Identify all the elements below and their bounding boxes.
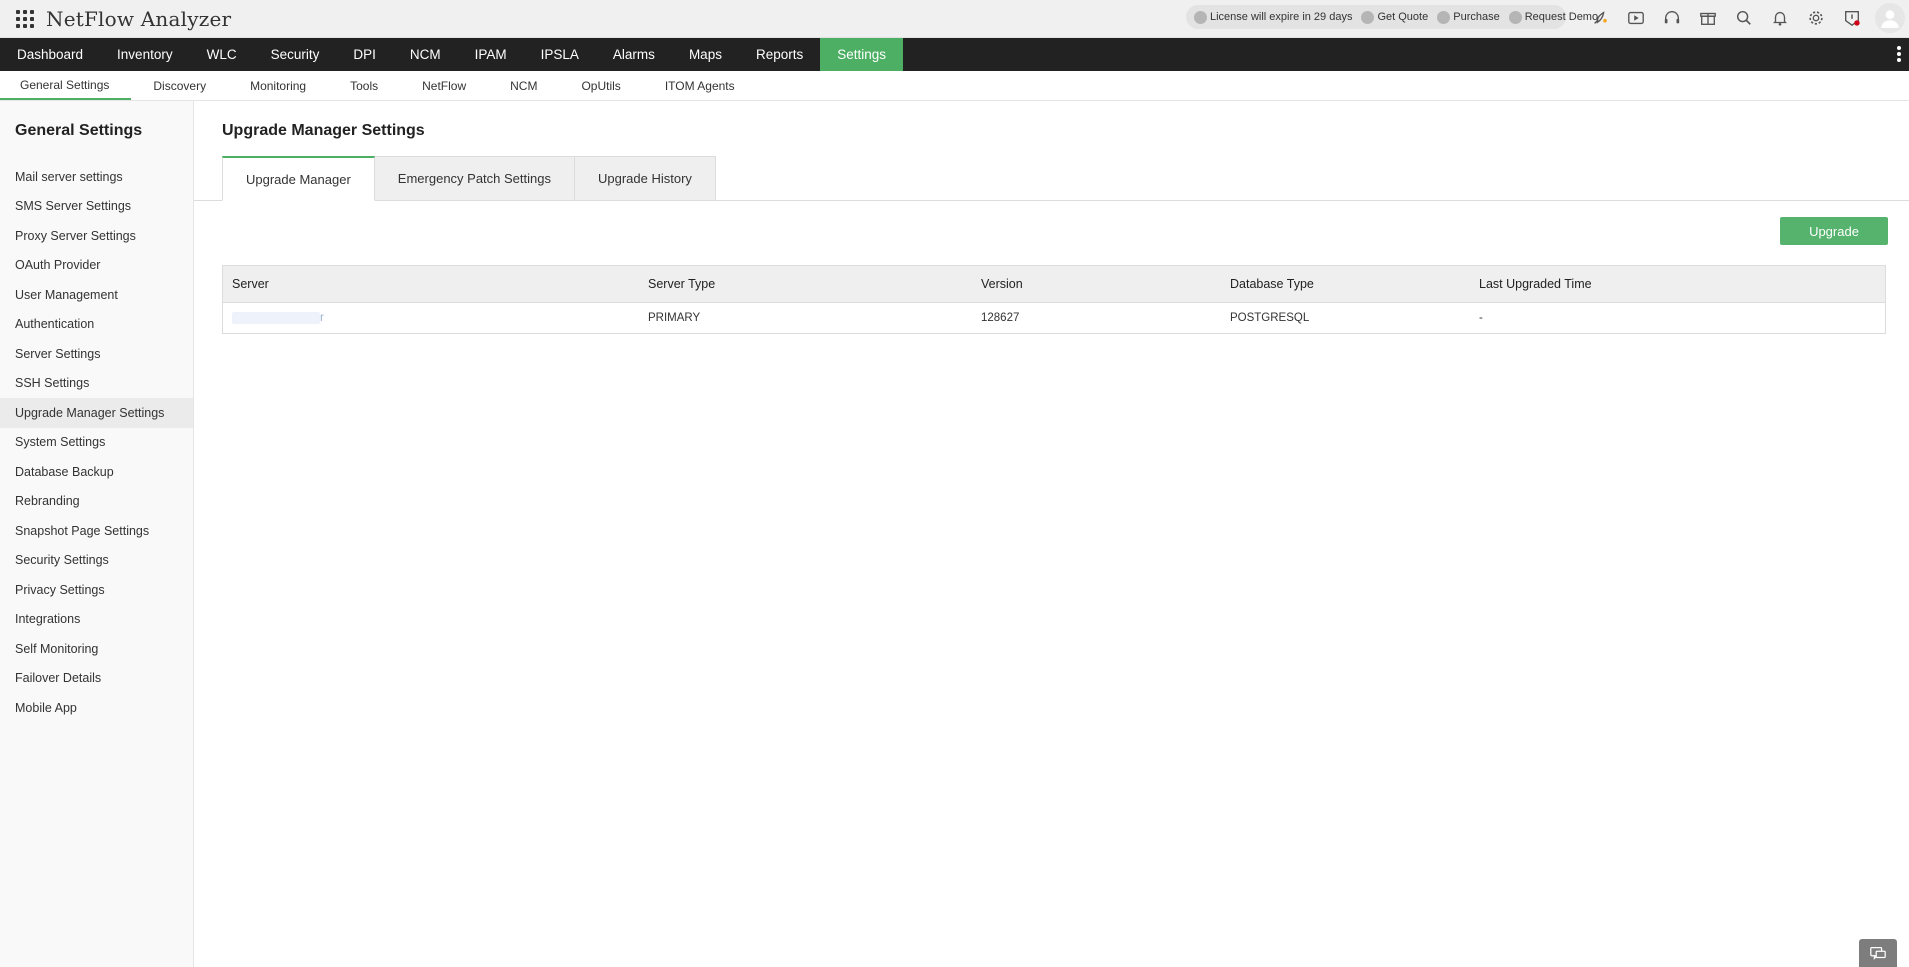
subnav-general-settings[interactable]: General Settings [0, 71, 132, 100]
nav-wlc[interactable]: WLC [190, 38, 254, 71]
tab-upgrade-manager[interactable]: Upgrade Manager [222, 156, 375, 201]
cell-database-type: POSTGRESQL [1230, 312, 1310, 324]
sidebar-item-user-management[interactable]: User Management [0, 280, 193, 310]
search-icon[interactable] [1726, 4, 1762, 32]
dollar-icon [1361, 10, 1375, 24]
sidebar-item-system-settings[interactable]: System Settings [0, 428, 193, 458]
chat-icon[interactable] [1859, 939, 1897, 967]
sidebar-title: General Settings [15, 122, 143, 139]
apps-grid-icon[interactable] [14, 8, 36, 30]
license-icon [1194, 10, 1207, 24]
table-row: r PRIMARY 128627 POSTGRESQL - [223, 303, 1885, 333]
video-icon[interactable] [1618, 4, 1654, 32]
server-name-suffix: r [320, 312, 324, 324]
page-title: Upgrade Manager Settings [222, 122, 425, 139]
sidebar-item-self-monitoring[interactable]: Self Monitoring [0, 634, 193, 664]
column-header-server[interactable]: Server [223, 266, 639, 302]
nav-ncm[interactable]: NCM [393, 38, 458, 71]
settings-sidebar: General Settings Mail server settings SM… [0, 101, 194, 967]
bell-icon[interactable] [1762, 4, 1798, 32]
alert-shield-icon[interactable] [1834, 4, 1870, 32]
redacted-server-name [232, 312, 320, 324]
subnav-monitoring[interactable]: Monitoring [228, 71, 328, 100]
cart-icon [1437, 10, 1451, 24]
sidebar-item-failover-details[interactable]: Failover Details [0, 664, 193, 694]
cell-last-upgraded-time: - [1479, 312, 1483, 324]
cell-server: r [223, 303, 639, 333]
cell-server-type: PRIMARY [648, 312, 701, 324]
subnav-ncm[interactable]: NCM [488, 71, 559, 100]
servers-table: Server Server Type Version Database Type… [222, 265, 1886, 334]
top-bar: NetFlow Analyzer License will expire in … [0, 0, 1909, 38]
more-options-icon[interactable] [1897, 46, 1901, 62]
license-bar: License will expire in 29 days Get Quote… [1186, 5, 1598, 29]
column-header-database-type[interactable]: Database Type [1221, 266, 1470, 302]
sidebar-item-mobile-app[interactable]: Mobile App [0, 693, 193, 723]
subnav-itom-agents[interactable]: ITOM Agents [643, 71, 757, 100]
sidebar-item-rebranding[interactable]: Rebranding [0, 487, 193, 517]
nav-maps[interactable]: Maps [672, 38, 739, 71]
sidebar-item-authentication[interactable]: Authentication [0, 310, 193, 340]
nav-settings[interactable]: Settings [820, 38, 904, 71]
main-nav: Dashboard Inventory WLC Security DPI NCM… [0, 38, 1909, 71]
license-status[interactable]: License will expire in 29 days [1194, 10, 1352, 24]
headset-icon[interactable] [1654, 4, 1690, 32]
sidebar-item-sms-server[interactable]: SMS Server Settings [0, 192, 193, 222]
main-content: Upgrade Manager Settings Upgrade Manager… [194, 101, 1909, 967]
tab-emergency-patch-settings[interactable]: Emergency Patch Settings [374, 156, 575, 201]
tab-upgrade-history[interactable]: Upgrade History [575, 156, 716, 201]
subnav-tools[interactable]: Tools [328, 71, 400, 100]
sidebar-item-database-backup[interactable]: Database Backup [0, 457, 193, 487]
nav-reports[interactable]: Reports [739, 38, 820, 71]
nav-dashboard[interactable]: Dashboard [0, 38, 100, 71]
sidebar-item-privacy-settings[interactable]: Privacy Settings [0, 575, 193, 605]
column-header-server-type[interactable]: Server Type [639, 266, 972, 302]
purchase-link[interactable]: Purchase [1437, 10, 1500, 24]
subnav-netflow[interactable]: NetFlow [400, 71, 488, 100]
tab-bar: Upgrade Manager Emergency Patch Settings… [222, 156, 716, 201]
nav-alarms[interactable]: Alarms [596, 38, 672, 71]
nav-security[interactable]: Security [254, 38, 337, 71]
sidebar-item-security-settings[interactable]: Security Settings [0, 546, 193, 576]
sidebar-item-snapshot-page[interactable]: Snapshot Page Settings [0, 516, 193, 546]
sidebar-item-ssh-settings[interactable]: SSH Settings [0, 369, 193, 399]
column-header-version[interactable]: Version [972, 266, 1221, 302]
nav-inventory[interactable]: Inventory [100, 38, 190, 71]
app-title: NetFlow Analyzer [46, 6, 232, 31]
gift-icon[interactable] [1690, 4, 1726, 32]
gear-icon[interactable] [1798, 4, 1834, 32]
column-header-last-upgraded-time[interactable]: Last Upgraded Time [1470, 266, 1885, 302]
nav-ipsla[interactable]: IPSLA [524, 38, 596, 71]
rocket-icon[interactable] [1582, 4, 1618, 32]
subnav-oputils[interactable]: OpUtils [559, 71, 642, 100]
nav-dpi[interactable]: DPI [336, 38, 393, 71]
demo-icon [1508, 10, 1522, 24]
sidebar-item-upgrade-manager[interactable]: Upgrade Manager Settings [0, 398, 193, 428]
top-icon-bar [1582, 4, 1870, 32]
sidebar-item-integrations[interactable]: Integrations [0, 605, 193, 635]
subnav-discovery[interactable]: Discovery [131, 71, 228, 100]
nav-ipam[interactable]: IPAM [458, 38, 524, 71]
sidebar-item-proxy-server[interactable]: Proxy Server Settings [0, 221, 193, 251]
upgrade-button[interactable]: Upgrade [1780, 217, 1888, 245]
get-quote-link[interactable]: Get Quote [1361, 10, 1428, 24]
table-header: Server Server Type Version Database Type… [223, 266, 1885, 303]
user-avatar-icon[interactable] [1875, 3, 1905, 33]
sidebar-item-mail-server[interactable]: Mail server settings [0, 162, 193, 192]
sidebar-item-oauth-provider[interactable]: OAuth Provider [0, 251, 193, 281]
sub-nav: General Settings Discovery Monitoring To… [0, 71, 1909, 101]
sidebar-item-server-settings[interactable]: Server Settings [0, 339, 193, 369]
cell-version: 128627 [981, 312, 1020, 324]
